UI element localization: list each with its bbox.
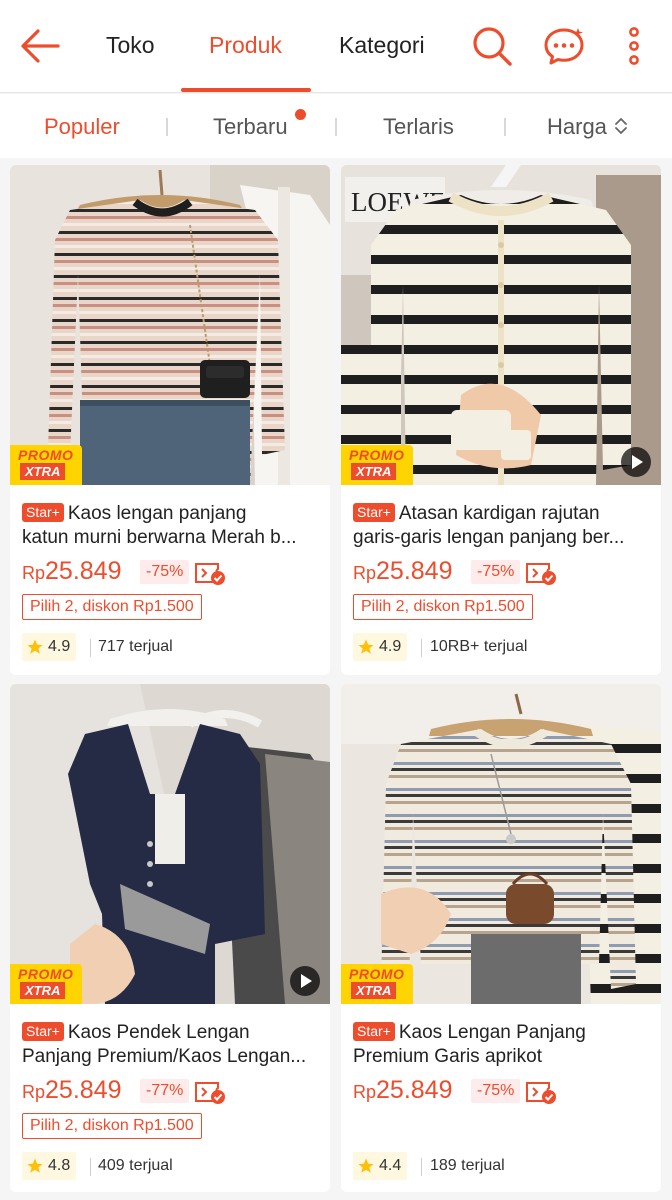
product-card[interactable]: PROMO XTRA Star+ Kaos lengan panjang katu… <box>10 165 330 675</box>
sold-count: 189 terjual <box>430 1157 505 1174</box>
play-video-icon[interactable] <box>290 966 320 996</box>
star-icon <box>27 639 43 654</box>
discount-badge: -75% <box>471 560 521 584</box>
product-title[interactable]: Star+ Kaos Pendek Lengan Panjang Premium/… <box>22 1021 320 1069</box>
divider <box>90 1158 91 1176</box>
product-title[interactable]: Star+ Atasan kardigan rajutan garis-garis… <box>353 502 651 550</box>
product-price: Rp25.849 <box>353 557 453 585</box>
sort-terbaru[interactable]: Terbaru <box>213 114 288 140</box>
sold-count: 409 terjual <box>98 1157 173 1174</box>
new-indicator-dot <box>295 109 306 120</box>
promo-xtra-badge: PROMO XTRA <box>10 964 82 1004</box>
promo-xtra-badge: PROMO XTRA <box>341 445 413 485</box>
promo-xtra-badge: PROMO XTRA <box>341 964 413 1004</box>
sold-count: 717 terjual <box>98 638 173 655</box>
product-card[interactable]: PROMO XTRA Star+ Kaos Lengan Panjang Prem… <box>341 684 661 1192</box>
discount-badge: -75% <box>140 560 190 584</box>
active-tab-indicator <box>181 88 311 92</box>
product-price: Rp25.849 <box>22 557 122 585</box>
sold-count: 10RB+ terjual <box>430 638 528 655</box>
product-title[interactable]: Star+ Kaos lengan panjang katun murni ber… <box>22 502 320 550</box>
bundle-voucher-tag[interactable]: Pilih 2, diskon Rp1.500 <box>22 1113 202 1139</box>
divider <box>335 118 337 136</box>
cod-check-icon <box>526 1082 556 1104</box>
product-card[interactable]: LOEWE PROMO XTRA Star+ Atasan kardigan ra… <box>341 165 661 675</box>
product-image[interactable]: PROMO XTRA <box>341 684 661 1004</box>
cod-check-icon <box>195 563 225 585</box>
product-image[interactable]: PROMO XTRA <box>10 165 330 485</box>
product-image[interactable]: PROMO XTRA <box>10 684 330 1004</box>
tab-toko[interactable]: Toko <box>106 32 155 59</box>
star-icon <box>27 1158 43 1173</box>
divider <box>166 118 168 136</box>
sort-toggle-icon[interactable] <box>614 116 628 136</box>
divider <box>90 639 91 657</box>
divider <box>421 1158 422 1176</box>
sort-bar: Populer Terbaru Terlaris Harga <box>0 94 672 158</box>
cod-check-icon <box>526 563 556 585</box>
product-title[interactable]: Star+ Kaos Lengan Panjang Premium Garis a… <box>353 1021 651 1069</box>
product-image[interactable]: LOEWE PROMO XTRA <box>341 165 661 485</box>
divider <box>504 118 506 136</box>
star-plus-badge: Star+ <box>22 503 64 522</box>
rating-badge: 4.8 <box>22 1152 77 1180</box>
play-video-icon[interactable] <box>621 447 651 477</box>
product-price: Rp25.849 <box>22 1076 122 1104</box>
cod-check-icon <box>195 1082 225 1104</box>
product-price: Rp25.849 <box>353 1076 453 1104</box>
discount-badge: -77% <box>140 1079 190 1103</box>
back-arrow-icon[interactable] <box>18 26 62 66</box>
sort-harga[interactable]: Harga <box>547 114 607 140</box>
more-options-icon[interactable] <box>612 24 656 68</box>
sort-populer[interactable]: Populer <box>44 114 120 140</box>
bundle-voucher-tag[interactable]: Pilih 2, diskon Rp1.500 <box>22 594 202 620</box>
star-icon <box>358 639 374 654</box>
discount-badge: -75% <box>471 1079 521 1103</box>
rating-badge: 4.9 <box>22 633 77 661</box>
star-plus-badge: Star+ <box>353 503 395 522</box>
star-plus-badge: Star+ <box>353 1022 395 1041</box>
tab-kategori[interactable]: Kategori <box>339 32 425 59</box>
rating-badge: 4.4 <box>353 1152 408 1180</box>
top-navigation-bar: Toko Produk Kategori <box>0 0 672 93</box>
bundle-voucher-tag[interactable]: Pilih 2, diskon Rp1.500 <box>353 594 533 620</box>
sort-terlaris[interactable]: Terlaris <box>383 114 454 140</box>
divider <box>421 639 422 657</box>
product-card[interactable]: PROMO XTRA Star+ Kaos Pendek Lengan Panja… <box>10 684 330 1192</box>
chat-icon[interactable] <box>542 24 586 68</box>
star-icon <box>358 1158 374 1173</box>
search-icon[interactable] <box>470 24 514 68</box>
rating-badge: 4.9 <box>353 633 408 661</box>
promo-xtra-badge: PROMO XTRA <box>10 445 82 485</box>
star-plus-badge: Star+ <box>22 1022 64 1041</box>
tab-produk[interactable]: Produk <box>209 32 282 59</box>
